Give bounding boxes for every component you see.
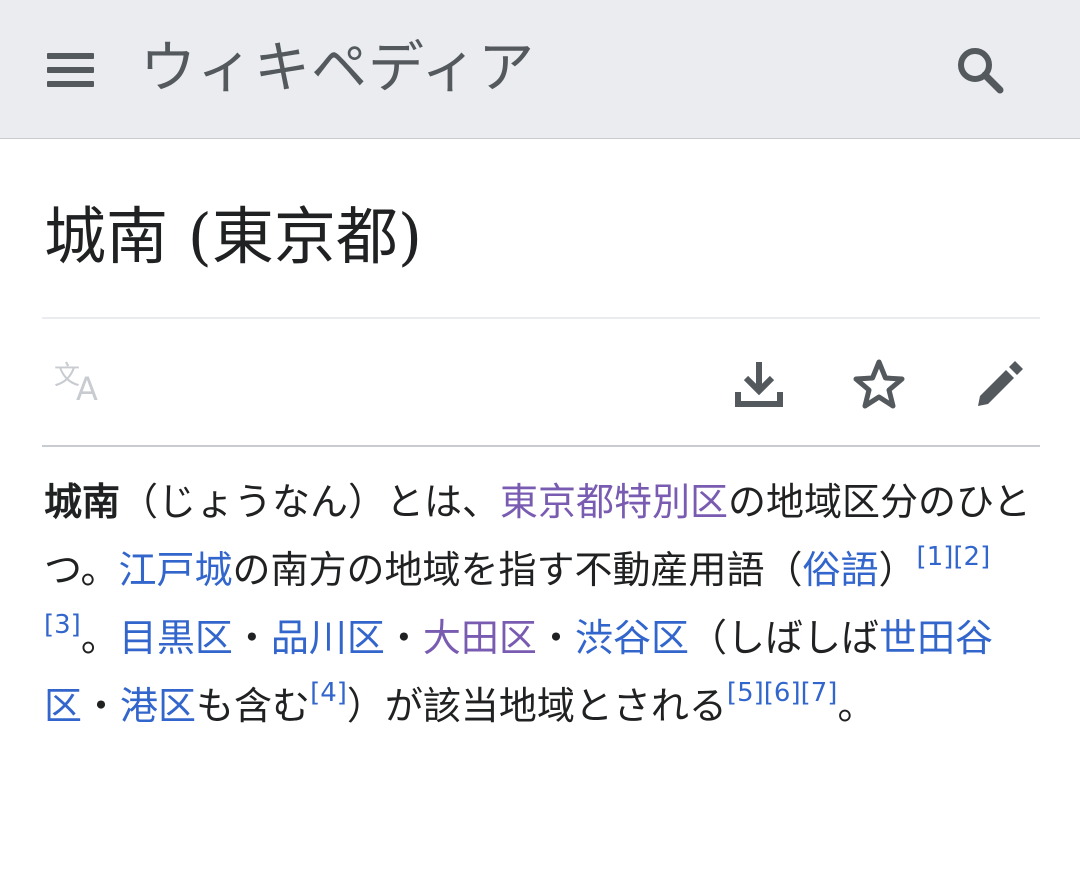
separator: ・ (232, 616, 271, 660)
text-span: 。 (80, 616, 119, 660)
reference-group: [5][6][7] (727, 678, 838, 708)
main-menu-button[interactable] (38, 38, 102, 102)
article-lead-paragraph: 城南（じょうなん）とは、東京都特別区の地域区分のひとつ。江戸城の南方の地域を指す… (44, 468, 1044, 740)
text-span: （しばしば (688, 616, 879, 660)
reference-7[interactable]: [7] (801, 678, 838, 708)
link-tokyo-special-wards[interactable]: 東京都特別区 (500, 480, 728, 524)
actions-divider (42, 445, 1040, 447)
reference-group: [4] (310, 678, 347, 708)
link-minato[interactable]: 港区 (120, 684, 196, 728)
link-meguro[interactable]: 目黒区 (119, 616, 233, 660)
hamburger-menu-icon-bar (47, 81, 94, 87)
link-shinagawa[interactable]: 品川区 (271, 616, 385, 660)
title-divider (42, 317, 1040, 319)
separator: ・ (82, 684, 121, 728)
star-icon (853, 359, 905, 409)
text-span: も含む (196, 684, 311, 728)
text-span: ） (878, 548, 917, 592)
top-header-bar: ウィキペディア (0, 0, 1080, 139)
language-button[interactable]: 文 A (48, 352, 114, 418)
article-term: 城南 (44, 480, 121, 524)
search-button[interactable] (946, 36, 1014, 104)
hamburger-menu-icon (47, 53, 94, 59)
separator: ・ (384, 616, 423, 660)
edit-button[interactable] (966, 352, 1032, 418)
page-title: 城南 (東京都) (44, 200, 423, 273)
link-shibuya[interactable]: 渋谷区 (575, 616, 689, 660)
text-span: （じょうなん）とは、 (120, 480, 501, 524)
text-span: 。 (837, 684, 876, 728)
svg-text:A: A (76, 370, 98, 408)
wikipedia-logo[interactable]: ウィキペディア (140, 34, 535, 104)
reference-1[interactable]: [1] (917, 542, 954, 572)
language-icon: 文 A (54, 361, 98, 408)
reference-2[interactable]: [2] (953, 542, 990, 572)
text-span: ）が該当地域とされる (346, 684, 727, 728)
pencil-icon (978, 361, 1023, 406)
link-edo-castle[interactable]: 江戸城 (118, 548, 232, 592)
download-button[interactable] (726, 352, 792, 418)
reference-4[interactable]: [4] (310, 678, 347, 708)
link-colloquial[interactable]: 俗語 (803, 548, 879, 592)
search-icon (958, 48, 1004, 94)
hamburger-menu-icon-bar (47, 67, 94, 73)
text-span: の南方の地域を指す不動産用語（ (232, 548, 803, 592)
reference-5[interactable]: [5] (727, 678, 764, 708)
reference-6[interactable]: [6] (764, 678, 801, 708)
download-icon (735, 362, 783, 407)
reference-3[interactable]: [3] (44, 610, 81, 640)
link-ota[interactable]: 大田区 (423, 616, 537, 660)
separator: ・ (536, 616, 575, 660)
watch-star-button[interactable] (846, 352, 912, 418)
